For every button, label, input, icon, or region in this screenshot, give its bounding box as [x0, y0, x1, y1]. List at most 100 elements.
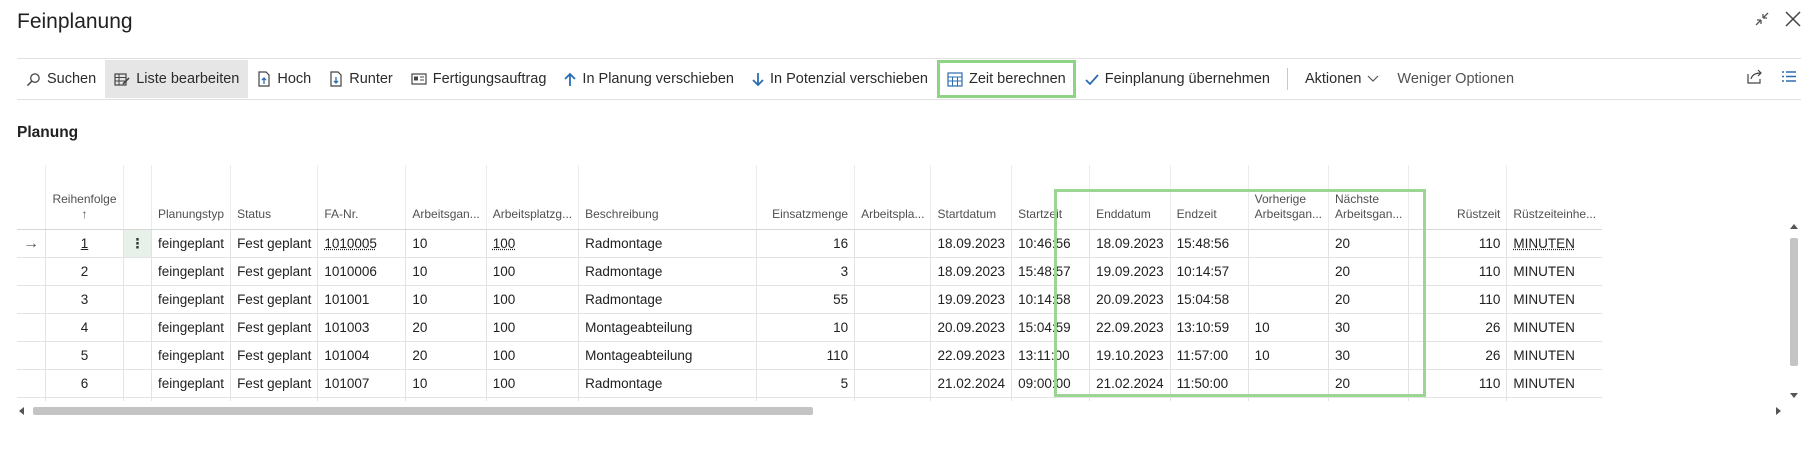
cell-workplace[interactable]	[854, 229, 931, 258]
cell-end-date[interactable]: 18.09.2023	[1089, 229, 1171, 258]
cell-description[interactable]: Radmontage	[578, 285, 757, 314]
scroll-left-icon[interactable]	[19, 407, 24, 415]
move-down-button[interactable]: Runter	[320, 60, 402, 98]
cell-planning-type[interactable]: feingeplant	[150, 369, 231, 398]
cell-production-order[interactable]: 101003	[317, 313, 406, 342]
column-header-production-order[interactable]: FA-Nr.	[317, 165, 406, 230]
cell-work-center-group[interactable]: 100	[485, 313, 579, 342]
cell-start-time[interactable]: 15:48:57	[1011, 257, 1090, 286]
table-row[interactable]: 2 feingeplant Fest geplant 1010006 10 100 Radm…	[17, 257, 1603, 286]
cell-work-center-group[interactable]: 100	[485, 257, 579, 286]
cell-operation[interactable]: 10	[405, 369, 487, 398]
cell-start-date[interactable]: 18.09.2023	[930, 257, 1012, 286]
cell-description[interactable]: Radmontage	[578, 369, 757, 398]
cell-work-center-group[interactable]: 100	[485, 285, 579, 314]
cell-sequence[interactable]: 4	[45, 313, 124, 342]
cell-sequence[interactable]: 3	[45, 285, 124, 314]
cell-workplace[interactable]	[854, 341, 931, 370]
cell-workplace[interactable]	[854, 285, 931, 314]
collapse-icon[interactable]	[1754, 11, 1770, 32]
cell-setup-time[interactable]: 110	[1408, 285, 1507, 314]
cell-status[interactable]: Fest geplant	[230, 229, 318, 258]
cell-end-date[interactable]: 19.09.2023	[1089, 257, 1171, 286]
cell-quantity[interactable]: 10	[756, 313, 855, 342]
column-header-operation[interactable]: Arbeitsgan...	[405, 165, 487, 230]
table-row[interactable]: 3 feingeplant Fest geplant 101001 10 100 Radmo…	[17, 285, 1603, 314]
scroll-down-icon[interactable]	[1790, 393, 1798, 398]
cell-quantity[interactable]: 3	[756, 257, 855, 286]
table-row[interactable]	[17, 397, 1603, 401]
cell-previous-operation[interactable]: 10	[1247, 341, 1329, 370]
cell-sequence[interactable]: 6	[45, 369, 124, 398]
row-menu-cell[interactable]	[123, 257, 152, 286]
cell-status[interactable]: Fest geplant	[230, 369, 318, 398]
column-header-setup-unit[interactable]: Rüstzeiteinhe...	[1506, 165, 1603, 230]
cell-end-time[interactable]: 11:57:00	[1169, 341, 1249, 370]
cell-planning-type[interactable]: feingeplant	[150, 313, 231, 342]
column-header-setup-time[interactable]: Rüstzeit	[1408, 165, 1507, 230]
row-menu-cell[interactable]	[123, 341, 152, 370]
production-order-button[interactable]: Fertigungsauftrag	[402, 60, 556, 98]
fewer-options-button[interactable]: Weniger Optionen	[1388, 60, 1523, 98]
cell-start-date[interactable]: 20.09.2023	[930, 313, 1012, 342]
column-header-next-operation[interactable]: Nächste Arbeitsgan...	[1328, 165, 1409, 230]
vertical-scrollbar[interactable]	[1788, 222, 1800, 400]
column-header-start-time[interactable]: Startzeit	[1011, 165, 1090, 230]
column-header-end-time[interactable]: Endzeit	[1169, 165, 1249, 230]
cell-status[interactable]: Fest geplant	[230, 285, 318, 314]
cell-description[interactable]: Radmontage	[578, 257, 757, 286]
cell-operation[interactable]: 10	[405, 229, 487, 258]
search-button[interactable]: Suchen	[17, 60, 105, 98]
cell-next-operation[interactable]: 20	[1328, 285, 1409, 314]
cell-setup-unit[interactable]: MINUTEN	[1506, 369, 1603, 398]
share-icon[interactable]	[1747, 69, 1763, 88]
cell-setup-time[interactable]: 26	[1408, 341, 1507, 370]
column-header-previous-operation[interactable]: Vorherige Arbeitsgan...	[1247, 165, 1329, 230]
move-to-planning-button[interactable]: In Planung verschieben	[555, 60, 743, 98]
column-header-description[interactable]: Beschreibung	[578, 165, 757, 230]
cell-start-time[interactable]: 10:46:56	[1011, 229, 1090, 258]
cell-quantity[interactable]: 55	[756, 285, 855, 314]
cell-description[interactable]: Montageabteilung	[578, 313, 757, 342]
cell-workplace[interactable]	[854, 369, 931, 398]
list-view-icon[interactable]	[1781, 70, 1797, 87]
row-menu-cell[interactable]	[123, 313, 152, 342]
cell-planning-type[interactable]: feingeplant	[150, 341, 231, 370]
table-row[interactable]: → 1 ⋮ feingeplant Fest geplant 1010005 10 100 Ra…	[17, 229, 1603, 258]
cell-operation[interactable]: 10	[405, 257, 487, 286]
cell-production-order[interactable]: 101007	[317, 369, 406, 398]
horizontal-scrollbar[interactable]	[17, 405, 1783, 417]
cell-work-center-group[interactable]: 100	[485, 369, 579, 398]
cell-end-date[interactable]: 22.09.2023	[1089, 313, 1171, 342]
column-header-status[interactable]: Status	[230, 165, 318, 230]
cell-next-operation[interactable]: 30	[1328, 341, 1409, 370]
cell-status[interactable]: Fest geplant	[230, 341, 318, 370]
cell-production-order[interactable]: 101004	[317, 341, 406, 370]
cell-sequence[interactable]: 5	[45, 341, 124, 370]
cell-start-date[interactable]: 21.02.2024	[930, 369, 1012, 398]
cell-next-operation[interactable]: 30	[1328, 313, 1409, 342]
cell-operation[interactable]: 10	[405, 285, 487, 314]
column-header-end-date[interactable]: Enddatum	[1089, 165, 1171, 230]
cell-planning-type[interactable]: feingeplant	[150, 285, 231, 314]
cell-next-operation[interactable]: 20	[1328, 257, 1409, 286]
cell-quantity[interactable]: 16	[756, 229, 855, 258]
column-header-quantity[interactable]: Einsatzmenge	[756, 165, 855, 230]
cell-production-order[interactable]: 101001	[317, 285, 406, 314]
cell-setup-unit[interactable]: MINUTEN	[1506, 313, 1603, 342]
cell-work-center-group[interactable]: 100	[485, 229, 579, 258]
cell-start-date[interactable]: 19.09.2023	[930, 285, 1012, 314]
cell-next-operation[interactable]: 20	[1328, 229, 1409, 258]
cell-end-time[interactable]: 13:10:59	[1169, 313, 1249, 342]
cell-description[interactable]: Montageabteilung	[578, 341, 757, 370]
cell-status[interactable]: Fest geplant	[230, 257, 318, 286]
cell-production-order[interactable]: 1010005	[317, 229, 406, 258]
cell-workplace[interactable]	[854, 313, 931, 342]
cell-setup-time[interactable]: 110	[1408, 369, 1507, 398]
table-row[interactable]: 5 feingeplant Fest geplant 101004 20 100 Monta…	[17, 341, 1603, 370]
cell-previous-operation[interactable]: 10	[1247, 313, 1329, 342]
column-header-sequence[interactable]: Reihenfolge ↑	[45, 165, 124, 230]
cell-quantity[interactable]: 110	[756, 341, 855, 370]
cell-production-order[interactable]: 1010006	[317, 257, 406, 286]
cell-start-date[interactable]: 22.09.2023	[930, 341, 1012, 370]
